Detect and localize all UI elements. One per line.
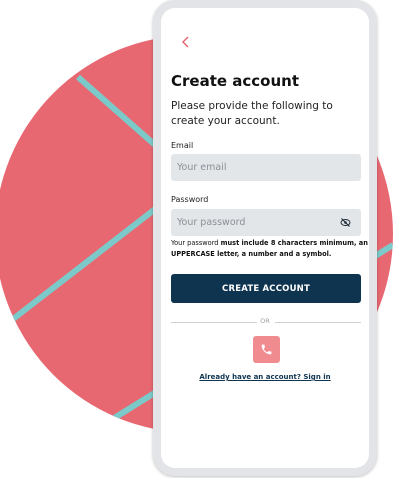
page-title: Create account [171, 72, 300, 90]
phone-frame: Create account Please provide the follow… [153, 0, 377, 476]
email-label: Email [171, 141, 194, 150]
password-hint-prefix: Your password [171, 239, 221, 247]
phone-screen: Create account Please provide the follow… [161, 8, 369, 468]
password-hint: Your password must include 8 characters … [171, 238, 369, 260]
password-field-container [171, 209, 361, 236]
phone-signup-button[interactable] [253, 336, 280, 363]
password-field[interactable] [171, 209, 361, 236]
phone-icon [261, 344, 272, 355]
create-account-button[interactable]: CREATE ACCOUNT [171, 274, 361, 303]
password-label: Password [171, 195, 209, 204]
eye-slash-icon[interactable] [340, 217, 351, 228]
divider-right [275, 322, 361, 323]
back-button[interactable] [181, 35, 195, 51]
page-subtitle: Please provide the following to create y… [171, 100, 333, 127]
sign-in-link[interactable]: Already have an account? Sign in [161, 373, 369, 381]
chevron-left-icon [182, 36, 189, 48]
email-field[interactable] [171, 154, 361, 181]
or-label: OR [260, 317, 270, 325]
email-field-container [171, 154, 361, 181]
